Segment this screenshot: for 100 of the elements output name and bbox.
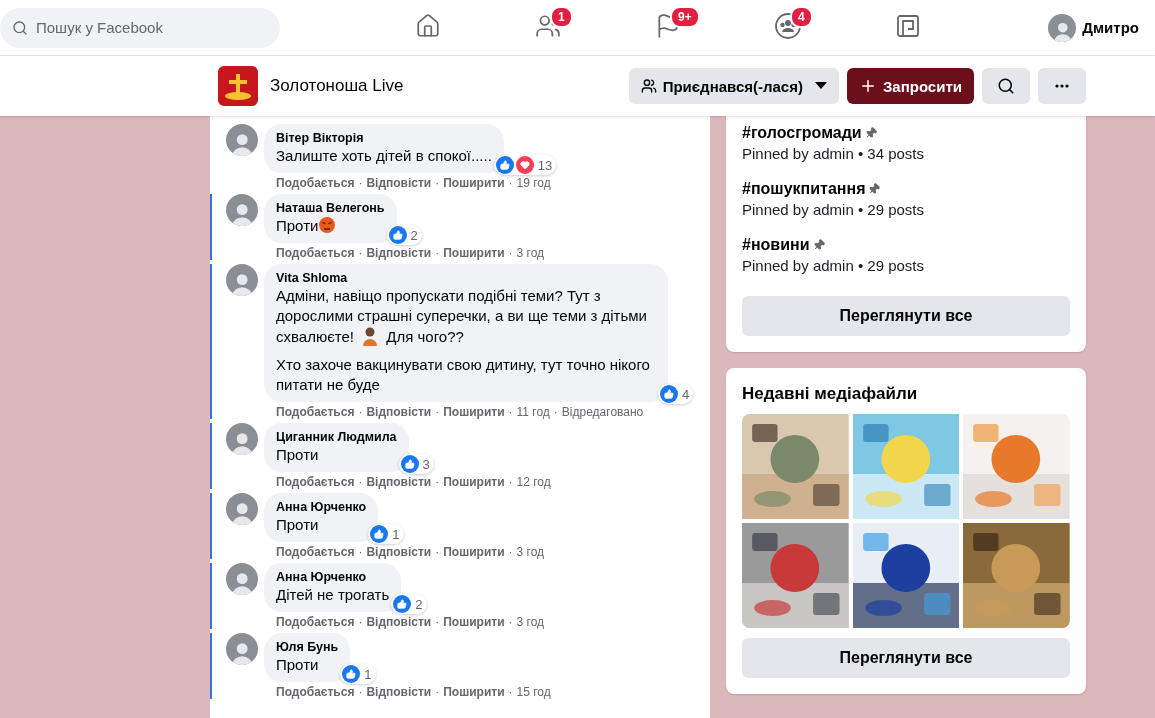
search-button[interactable] (982, 68, 1030, 104)
nav-tab[interactable]: 9+ (608, 0, 728, 56)
avatar[interactable] (226, 493, 258, 525)
separator-dot: · (435, 475, 440, 489)
notification-badge: 1 (550, 5, 573, 28)
comment-action-link[interactable]: Поширити (443, 615, 505, 629)
comment-time[interactable]: 15 год (516, 685, 551, 699)
comment-action-link[interactable]: Подобається (276, 545, 355, 559)
comment-action-link[interactable]: Відповісти (366, 545, 432, 559)
like-icon (495, 156, 514, 174)
like-icon (393, 595, 412, 613)
comment-author[interactable]: Циганник Людмила (276, 430, 397, 444)
hashtag-link[interactable]: #новини (742, 236, 810, 254)
reaction-count[interactable]: 4 (658, 384, 694, 404)
square-icon (896, 14, 920, 38)
separator-dot: · (553, 405, 558, 419)
avatar[interactable] (226, 423, 258, 455)
separator-dot: · (358, 246, 363, 260)
comment-action-link[interactable]: Відповісти (366, 176, 432, 190)
reaction-count[interactable]: 2 (386, 225, 422, 245)
reaction-count[interactable]: 2 (391, 594, 427, 614)
avatar[interactable] (1048, 13, 1077, 42)
card-title: Недавні медіафайли (742, 384, 919, 404)
notification-badge: 4 (790, 5, 813, 28)
caret-icon (814, 82, 827, 90)
avatar[interactable] (226, 194, 258, 226)
profile-name[interactable]: Дмитро (1082, 19, 1139, 36)
comment-author[interactable]: Наташа Велегонь (276, 201, 385, 215)
comment-action-link[interactable]: Поширити (443, 405, 505, 419)
comment-action-link[interactable]: Відповісти (366, 475, 432, 489)
notification-badge: 9+ (670, 5, 700, 28)
separator-dot: · (435, 615, 440, 629)
reaction-count[interactable]: 13 (493, 155, 557, 175)
search-field[interactable]: Пошук у Facebook (0, 7, 280, 48)
nav-tab[interactable]: 1 (488, 0, 608, 56)
comment-author[interactable]: Анна Юрченко (276, 570, 390, 584)
comment-author[interactable]: Вітер Вікторія (276, 131, 492, 145)
comment-author[interactable]: Юля Бунь (276, 640, 339, 654)
comment-action-link[interactable]: Подобається (276, 685, 355, 699)
separator-dot: · (435, 545, 440, 559)
hashtag-link[interactable]: #пошукпитання (742, 180, 866, 198)
like-icon (388, 226, 407, 244)
separator-dot: · (358, 405, 363, 419)
comment-action-link[interactable]: Відповісти (366, 246, 432, 260)
like-icon (400, 455, 419, 473)
comment-action-link[interactable]: Поширити (443, 246, 505, 260)
comment-time[interactable]: 3 год (516, 545, 545, 559)
comment-action-link[interactable]: Поширити (443, 685, 505, 699)
person-icon (361, 326, 380, 346)
separator-dot: · (435, 405, 440, 419)
separator-dot: · (435, 685, 440, 699)
invite-button[interactable]: Запросити (846, 68, 974, 104)
comment-author[interactable]: Vita Shloma (276, 271, 656, 285)
avatar[interactable] (226, 124, 258, 156)
reaction-count[interactable]: 1 (368, 524, 404, 544)
comment-text: Проти (276, 515, 320, 535)
comment-action-link[interactable]: Поширити (443, 176, 505, 190)
comment-action-link[interactable]: Відповісти (366, 615, 432, 629)
comment-time[interactable]: 12 год (516, 475, 551, 489)
topic-meta: Pinned by admin • 29 posts (742, 201, 926, 218)
avatar[interactable] (226, 563, 258, 595)
comment-action-link[interactable]: Подобається (276, 475, 355, 489)
comment-text: Адміни, навіщо пропускати подібні теми? Тут з дорослими страшні суперечки, а ви ще теми з дітьми схвалюєте! Для чого?? (276, 286, 648, 347)
comment-time[interactable]: 19 год (516, 176, 551, 190)
hashtag-link[interactable]: #голосгромади (742, 124, 862, 142)
comment-action-link[interactable]: Подобається (276, 615, 355, 629)
comment-text: Проти (276, 445, 320, 465)
avatar[interactable] (226, 633, 258, 665)
separator-dot: · (358, 545, 363, 559)
nav-tab[interactable]: 4 (728, 0, 848, 56)
reaction-count[interactable]: 3 (398, 454, 434, 474)
topic-meta: Pinned by admin • 34 posts (742, 145, 926, 162)
avatar[interactable] (226, 264, 258, 296)
comment-time[interactable]: 3 год (516, 246, 545, 260)
comment-action-link[interactable]: Поширити (443, 475, 505, 489)
comment-action-link[interactable]: Поширити (443, 545, 505, 559)
comment-action-link[interactable]: Відповісти (366, 405, 432, 419)
comment-time[interactable]: 11 год (516, 405, 550, 419)
comment-action-link[interactable]: Відповісти (366, 685, 432, 699)
comment-action-link[interactable]: Подобається (276, 176, 355, 190)
search-icon (997, 77, 1015, 95)
comment-author[interactable]: Анна Юрченко (276, 500, 367, 514)
separator-dot: · (508, 545, 513, 559)
separator-dot: · (508, 615, 513, 629)
more-button[interactable] (1038, 68, 1086, 104)
angry-face-icon (318, 216, 337, 234)
see-all-button[interactable]: Переглянути все (742, 638, 1070, 678)
people-icon (640, 78, 657, 94)
separator-dot: · (358, 685, 363, 699)
separator-dot: · (358, 176, 363, 190)
joined-button[interactable]: Приєднався(-лася) (628, 68, 839, 104)
separator-dot: · (508, 685, 513, 699)
comment-action-link[interactable]: Подобається (276, 246, 355, 260)
comment-text: Проти (276, 216, 385, 236)
comment-time[interactable]: 3 год (516, 615, 545, 629)
like-icon (660, 385, 678, 403)
see-all-button[interactable]: Переглянути все (742, 296, 1070, 336)
comment-action-link[interactable]: Подобається (276, 405, 355, 419)
reaction-count[interactable]: 1 (340, 664, 376, 684)
group-title[interactable]: Золотоноша Live (270, 76, 404, 96)
